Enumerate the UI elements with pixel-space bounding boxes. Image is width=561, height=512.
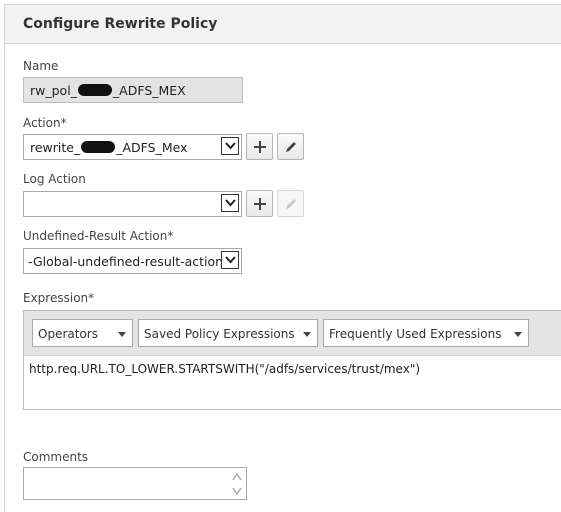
undefined-result-label: Undefined-Result Action* (23, 229, 174, 243)
frequently-used-expressions-dropdown[interactable]: Frequently Used Expressions (323, 319, 529, 347)
page-title: Configure Rewrite Policy (23, 16, 218, 32)
caret-down-icon (118, 332, 126, 337)
pencil-icon (286, 142, 296, 152)
expression-input[interactable]: http.req.URL.TO_LOWER.STARTSWITH("/adfs/… (29, 362, 420, 376)
caret-down-icon (514, 332, 522, 337)
panel-header: Configure Rewrite Policy (4, 4, 561, 44)
comments-label: Comments (23, 450, 89, 464)
edit-log-action-button[interactable] (277, 190, 304, 217)
name-field[interactable]: rw_pol_ _ADFS_MEX (23, 77, 243, 103)
log-action-select[interactable] (23, 191, 242, 217)
expression-editor: Operators Saved Policy Expressions Frequ… (23, 310, 561, 410)
expression-toolbar: Operators Saved Policy Expressions Frequ… (24, 311, 561, 356)
name-value: rw_pol_ _ADFS_MEX (30, 83, 186, 98)
operators-dropdown[interactable]: Operators (32, 319, 133, 347)
comments-textarea[interactable] (23, 467, 247, 500)
undefined-result-select[interactable]: -Global-undefined-result-action- (23, 248, 242, 274)
redaction-mark (81, 141, 116, 153)
chevron-down-icon[interactable] (221, 194, 239, 212)
action-value: rewrite_ _ADFS_Mex (30, 140, 188, 155)
undefined-result-value: -Global-undefined-result-action- (28, 254, 228, 269)
frequently-used-expressions-label: Frequently Used Expressions (329, 327, 502, 341)
operators-label: Operators (38, 327, 98, 341)
log-action-label: Log Action (23, 172, 86, 186)
saved-policy-expressions-label: Saved Policy Expressions (144, 327, 295, 341)
pencil-icon (286, 199, 296, 209)
caret-down-icon (303, 332, 311, 337)
saved-policy-expressions-dropdown[interactable]: Saved Policy Expressions (138, 319, 318, 347)
form-body (4, 43, 561, 512)
edit-action-button[interactable] (277, 133, 304, 160)
plus-icon (254, 141, 266, 153)
name-label: Name (23, 59, 59, 73)
chevron-down-icon[interactable] (221, 251, 239, 269)
plus-icon (254, 198, 266, 210)
add-log-action-button[interactable] (246, 190, 273, 217)
chevron-down-icon[interactable] (221, 137, 239, 155)
scroll-down-icon[interactable] (231, 485, 243, 497)
redaction-mark (77, 84, 112, 96)
expression-label: Expression* (23, 291, 95, 305)
action-select[interactable]: rewrite_ _ADFS_Mex (23, 134, 242, 160)
configure-rewrite-policy-panel: Configure Rewrite Policy Name rw_pol_ _AD… (0, 0, 561, 512)
add-action-button[interactable] (246, 133, 273, 160)
scroll-up-icon[interactable] (231, 471, 243, 483)
action-label: Action* (23, 116, 67, 130)
